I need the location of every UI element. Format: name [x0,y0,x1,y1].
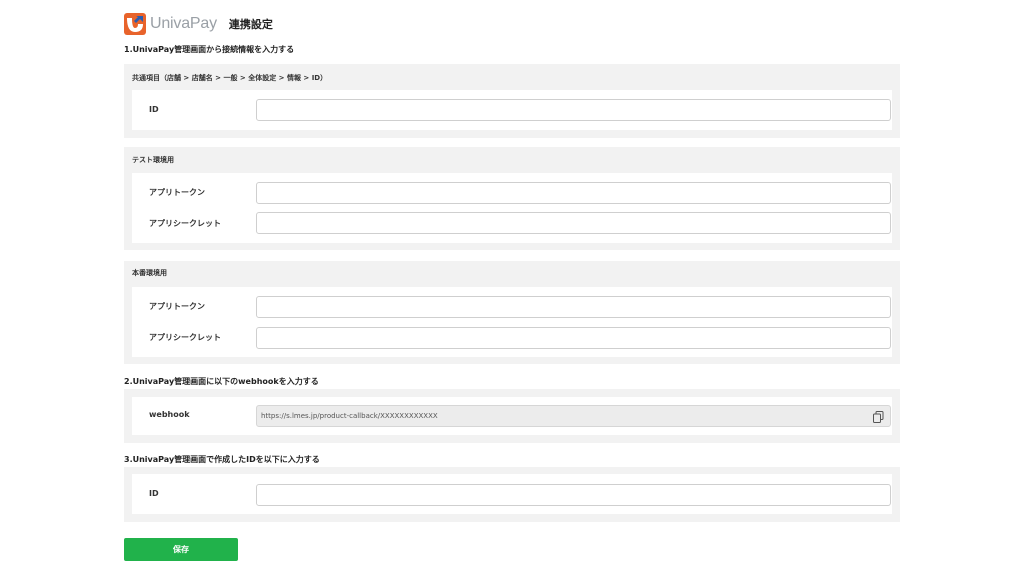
production-env-panel: 本番環境用 アプリトークン アプリシークレット [124,261,900,364]
common-id-input[interactable] [256,99,891,121]
test-secret-label: アプリシークレット [149,219,221,228]
webhook-panel-body: webhook https://s.lmes.jp/product-callba… [132,397,892,435]
common-panel-body: ID [132,90,892,130]
test-env-panel: テスト環境用 アプリトークン アプリシークレット [124,147,900,250]
webhook-url-text: https://s.lmes.jp/product-callback/XXXXX… [261,412,438,420]
test-env-panel-label: テスト環境用 [132,156,174,164]
step3-id-input[interactable] [256,484,891,506]
test-env-panel-body: アプリトークン アプリシークレット [132,173,892,243]
production-env-panel-label: 本番環境用 [132,269,167,277]
step3-panel-body: ID [132,474,892,514]
test-token-label: アプリトークン [149,188,205,197]
production-app-token-input[interactable] [256,296,891,318]
logo-text: UnivaPay [150,15,217,32]
production-env-panel-body: アプリトークン アプリシークレット [132,287,892,357]
save-button[interactable]: 保存 [124,538,238,561]
step1-title: 1.UnivaPay管理画面から接続情報を入力する [124,45,295,54]
step3-title: 3.UnivaPay管理画面で作成したIDを以下に入力する [124,455,320,464]
step3-id-label: ID [149,489,159,498]
step3-panel: ID [124,467,900,522]
common-panel-label: 共通項目（店舗 > 店舗名 > 一般 > 全体設定 > 情報 > ID） [132,74,328,82]
univapay-logo: UnivaPay [124,13,217,35]
step2-title: 2.UnivaPay管理画面に以下のwebhookを入力する [124,377,319,386]
univapay-logo-icon [124,13,146,35]
page-title: 連携設定 [228,18,273,31]
webhook-panel: webhook https://s.lmes.jp/product-callba… [124,389,900,443]
webhook-url-field[interactable]: https://s.lmes.jp/product-callback/XXXXX… [256,405,891,427]
id-label: ID [149,105,159,114]
production-token-label: アプリトークン [149,302,205,311]
copy-icon[interactable] [873,411,884,423]
test-app-secret-input[interactable] [256,212,891,234]
production-secret-label: アプリシークレット [149,333,221,342]
page-header: UnivaPay 連携設定 [124,11,273,37]
common-panel: 共通項目（店舗 > 店舗名 > 一般 > 全体設定 > 情報 > ID） ID [124,64,900,138]
webhook-label: webhook [149,410,190,419]
test-app-token-input[interactable] [256,182,891,204]
production-app-secret-input[interactable] [256,327,891,349]
